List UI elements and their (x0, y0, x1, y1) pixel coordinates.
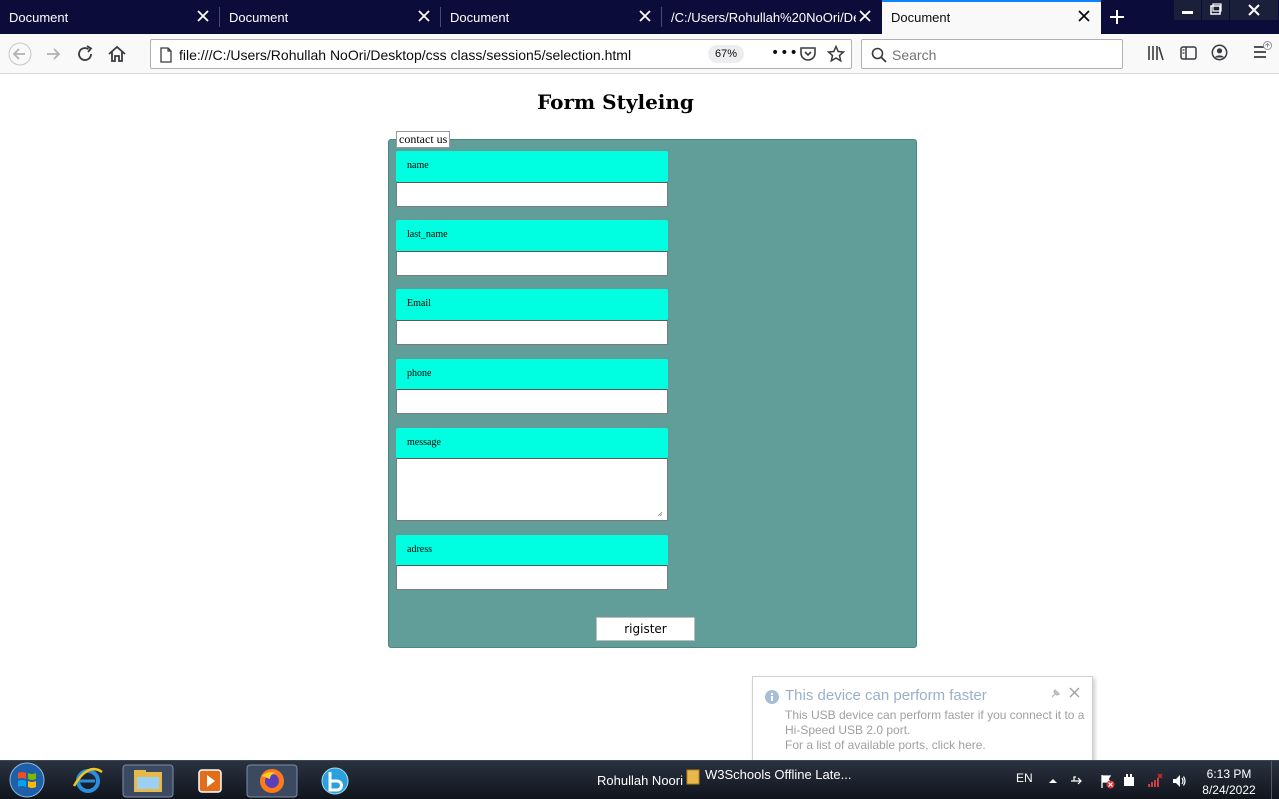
network-icon[interactable] (1147, 773, 1163, 789)
bookmark-star-icon[interactable] (827, 45, 845, 63)
notification-line: This USB device can perform faster if yo… (785, 708, 1085, 722)
adress-input[interactable] (396, 565, 668, 590)
new-tab-icon[interactable] (1108, 8, 1126, 26)
last-name-label: last_name (396, 220, 668, 251)
page-icon (160, 47, 172, 63)
internet-explorer-icon[interactable] (62, 764, 114, 798)
tab-file-path[interactable]: /C:/Users/Rohullah%20NoOri/Desk (662, 0, 882, 34)
reload-icon[interactable] (73, 42, 97, 66)
fieldset-legend: contact us (396, 131, 451, 148)
close-tab-icon[interactable] (858, 9, 872, 23)
notification-line: Hi-Speed USB 2.0 port. (785, 723, 911, 737)
folder-icon (686, 769, 700, 785)
page-content: Form Styleing contact us name last_name … (0, 75, 1279, 760)
zoom-level-badge[interactable]: 67% (708, 45, 745, 63)
tab-title: Document (9, 10, 69, 25)
address-bar[interactable]: file:///C:/Users/Rohullah NoOri/Desktop/… (150, 39, 852, 69)
tab-title: Document (450, 10, 510, 25)
library-icon[interactable] (1147, 45, 1165, 61)
adress-label-text: adress (407, 544, 432, 555)
navigation-bar: file:///C:/Users/Rohullah NoOri/Desktop/… (0, 34, 1279, 74)
message-textarea[interactable] (396, 458, 668, 521)
close-tab-icon[interactable] (417, 9, 431, 23)
name-input[interactable] (396, 182, 668, 207)
media-player-icon[interactable] (184, 764, 236, 798)
tab-document-2[interactable]: Document (220, 0, 441, 34)
usb-device-icon[interactable] (1068, 773, 1084, 789)
phone-label-text: phone (407, 368, 432, 379)
file-explorer-icon[interactable] (122, 764, 174, 798)
language-indicator[interactable]: EN (1016, 771, 1033, 785)
taskbar-user-label[interactable]: Rohullah Noori (597, 773, 683, 788)
name-label-text: name (407, 160, 429, 171)
notification-close-icon[interactable] (1069, 687, 1080, 698)
forward-icon[interactable] (41, 42, 65, 66)
email-input[interactable] (396, 320, 668, 345)
windows-start-icon[interactable] (6, 761, 48, 799)
search-placeholder: Search (892, 47, 937, 63)
close-tab-icon[interactable] (638, 9, 652, 23)
message-label-text: message (407, 437, 441, 448)
page-title: Form Styleing (537, 90, 694, 114)
tab-document-1[interactable]: Document (0, 0, 220, 34)
minimize-window-icon[interactable] (1174, 0, 1201, 20)
search-icon (871, 47, 887, 63)
last-name-label-text: last_name (407, 229, 448, 240)
volume-icon[interactable] (1171, 773, 1187, 789)
usb-notification[interactable]: This device can perform faster This USB … (752, 676, 1093, 762)
phone-label: phone (396, 359, 668, 390)
email-label: Email (396, 289, 668, 320)
email-label-text: Email (407, 298, 431, 309)
last-name-input[interactable] (396, 251, 668, 276)
tab-title: Document (229, 10, 289, 25)
windows-taskbar: Rohullah Noori W3Schools Offline Late...… (0, 760, 1279, 799)
tab-bar: Document Document Document /C:/Users/Roh… (0, 0, 1279, 34)
notification-title: This device can perform faster (785, 687, 987, 704)
restore-window-icon[interactable] (1202, 0, 1229, 20)
tab-document-3[interactable]: Document (441, 0, 662, 34)
pocket-icon[interactable] (799, 46, 817, 62)
clock-time: 6:13 PM (1206, 767, 1252, 781)
action-center-flag-icon[interactable] (1099, 773, 1115, 789)
clock-date: 8/24/2022 (1202, 783, 1256, 797)
show-hidden-icons-icon[interactable] (1045, 773, 1061, 789)
tab-title: /C:/Users/Rohullah%20NoOri/Desk (671, 10, 856, 25)
back-icon[interactable] (8, 42, 32, 66)
tab-title: Document (891, 10, 951, 25)
home-icon[interactable] (105, 42, 129, 66)
adress-label: adress (396, 535, 668, 566)
notification-body: This USB device can perform faster if yo… (785, 708, 1087, 753)
browser-b-icon[interactable] (309, 764, 361, 798)
power-plug-icon[interactable] (1121, 773, 1137, 789)
account-icon[interactable] (1211, 44, 1228, 61)
resize-grip-icon[interactable] (657, 511, 663, 517)
firefox-icon[interactable] (246, 764, 298, 798)
message-label: message (396, 428, 668, 459)
tab-document-active[interactable]: Document (882, 0, 1101, 34)
close-tab-icon[interactable] (196, 9, 210, 23)
name-label: name (396, 151, 668, 182)
register-button[interactable]: rigister (596, 617, 695, 641)
menu-icon[interactable] (1252, 41, 1274, 61)
close-window-icon[interactable] (1230, 0, 1278, 20)
page-actions-icon[interactable]: ••• (771, 45, 799, 61)
info-icon (765, 690, 779, 704)
pin-icon[interactable] (1050, 687, 1062, 699)
close-tab-icon[interactable] (1077, 9, 1091, 23)
taskbar-folder-label[interactable]: W3Schools Offline Late... (705, 767, 851, 782)
url-text: file:///C:/Users/Rohullah NoOri/Desktop/… (179, 47, 632, 63)
search-box[interactable]: Search (861, 39, 1123, 69)
system-clock[interactable]: 6:13 PM 8/24/2022 (1198, 766, 1260, 798)
show-desktop-button[interactable] (1271, 761, 1279, 799)
phone-input[interactable] (396, 389, 668, 414)
sidebar-toggle-icon[interactable] (1180, 45, 1197, 61)
notification-link[interactable]: For a list of available ports, click her… (785, 738, 1087, 753)
